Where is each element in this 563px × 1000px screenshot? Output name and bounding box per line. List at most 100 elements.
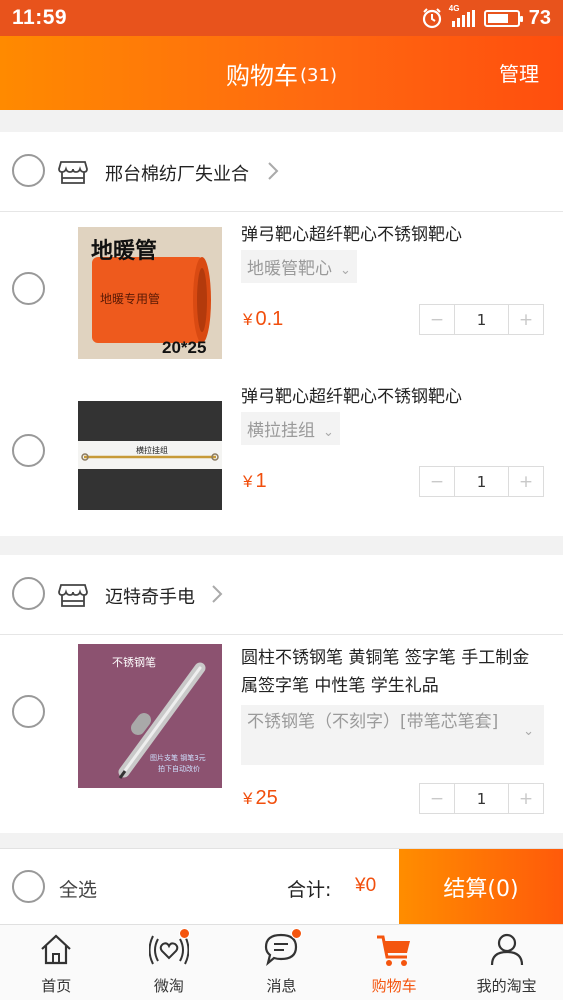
image-caption-bottom: 20*25 <box>162 338 206 357</box>
item-title[interactable]: 圆柱不锈钢笔 黄铜笔 签字笔 手工制金属签字笔 中性笔 学生礼品 <box>241 644 546 700</box>
tab-label: 微淘 <box>153 977 184 995</box>
price-symbol: ¥ <box>243 789 253 808</box>
increase-button[interactable]: + <box>509 784 543 813</box>
price-value: 25 <box>255 787 278 809</box>
price-symbol: ¥ <box>243 310 253 329</box>
notification-dot <box>291 928 303 939</box>
status-icons: 4G 73 <box>421 4 551 30</box>
item-title[interactable]: 弹弓靶心超纤靶心不锈钢靶心 <box>241 221 546 249</box>
item-select-checkbox[interactable] <box>12 695 45 728</box>
image-caption-top: 地暖管 <box>91 238 157 264</box>
product-image[interactable]: 地暖管 地暖专用管 20*25 <box>78 227 222 359</box>
item-price: ¥0.1 <box>243 308 283 331</box>
image-note-1: 图片支笔 钢笔3元 <box>150 753 206 762</box>
chevron-down-icon: ⌄ <box>523 724 534 739</box>
sku-selector[interactable]: 横拉挂组 ⌄ <box>241 412 340 445</box>
shop-name[interactable]: 迈特奇手电 <box>105 583 195 609</box>
shop-header[interactable]: 邢台棉纺厂失业合 <box>0 132 563 212</box>
pen-image: 不锈钢笔 图片支笔 钢笔3元 拍下自动改价 <box>78 644 222 788</box>
pipe-image: 地暖管 地暖专用管 20*25 <box>78 227 222 359</box>
quantity-stepper: − 1 + <box>419 783 544 814</box>
tab-my-taobao[interactable]: 我的淘宝 <box>450 925 563 1000</box>
shop-card: 迈特奇手电 不锈钢笔 图片支笔 钢笔3元 拍下自动改价 圆柱不锈钢笔 黄铜笔 签… <box>0 555 563 833</box>
checkout-bar: 全选 合计: ¥0 结算(0) <box>0 848 563 925</box>
sku-text: 不锈钢笔（不刻字）[带笔芯笔套] <box>247 712 499 732</box>
price-value: 1 <box>255 470 267 492</box>
manage-button[interactable]: 管理 <box>499 58 539 87</box>
shop-select-checkbox[interactable] <box>12 154 45 187</box>
shop-name[interactable]: 邢台棉纺厂失业合 <box>105 160 249 186</box>
chevron-down-icon: ⌄ <box>340 263 351 278</box>
total-value: ¥0 <box>355 875 377 896</box>
sku-selector[interactable]: 地暖管靶心 ⌄ <box>241 250 357 283</box>
image-caption-mid: 地暖专用管 <box>100 291 160 306</box>
quantity-stepper: − 1 + <box>419 304 544 335</box>
item-price: ¥1 <box>243 470 267 493</box>
notification-dot <box>178 928 190 939</box>
tab-weitao[interactable]: 微淘 <box>113 925 226 1000</box>
chevron-right-icon[interactable] <box>210 584 224 604</box>
item-price: ¥25 <box>243 787 278 810</box>
decrease-button[interactable]: − <box>420 305 454 334</box>
status-bar: 11:59 4G 73 <box>0 0 563 36</box>
sku-text: 地暖管靶心 <box>247 259 332 279</box>
nav-bar: 购物车 (31) 管理 <box>0 36 563 110</box>
total-label: 合计: <box>287 879 332 901</box>
cart-count: (31) <box>300 64 337 86</box>
tab-bar: 首页 微淘 消息 购物车 我的淘宝 <box>0 924 563 1000</box>
page-title-text: 购物车 <box>226 61 299 90</box>
user-icon <box>490 933 523 966</box>
item-select-checkbox[interactable] <box>12 272 45 305</box>
alarm-clock-icon <box>422 8 441 29</box>
checkout-button[interactable]: 结算(0) <box>399 849 563 925</box>
quantity-input[interactable]: 1 <box>454 467 509 496</box>
decrease-button[interactable]: − <box>420 784 454 813</box>
increase-button[interactable]: + <box>509 305 543 334</box>
image-caption: 横拉挂组 <box>136 445 168 455</box>
item-select-checkbox[interactable] <box>12 434 45 467</box>
tab-cart[interactable]: 购物车 <box>338 925 451 1000</box>
home-icon <box>41 934 72 965</box>
shop-card: 邢台棉纺厂失业合 地暖管 地暖专用管 20*25 弹弓靶心超纤靶心不锈钢靶心 地… <box>0 132 563 536</box>
tab-label: 我的淘宝 <box>476 977 537 995</box>
decrease-button[interactable]: − <box>420 467 454 496</box>
sku-selector[interactable]: 不锈钢笔（不刻字）[带笔芯笔套] ⌄ <box>241 705 544 765</box>
network-type: 4G <box>448 3 460 13</box>
battery-fill <box>487 13 509 23</box>
chevron-right-icon[interactable] <box>266 161 280 181</box>
chevron-down-icon: ⌄ <box>323 425 334 440</box>
sku-text: 横拉挂组 <box>247 421 315 441</box>
increase-button[interactable]: + <box>509 467 543 496</box>
store-icon <box>58 584 88 607</box>
product-image[interactable]: 不锈钢笔 图片支笔 钢笔3元 拍下自动改价 <box>78 644 222 788</box>
page-title: 购物车 (31) <box>0 36 563 110</box>
price-symbol: ¥ <box>243 472 253 491</box>
quantity-input[interactable]: 1 <box>454 305 509 334</box>
battery-icon <box>483 9 523 27</box>
status-time: 11:59 <box>12 6 68 29</box>
image-note-2: 拍下自动改价 <box>158 764 200 773</box>
cart-icon <box>377 935 411 966</box>
image-caption: 不锈钢笔 <box>112 655 156 669</box>
tab-messages[interactable]: 消息 <box>225 925 338 1000</box>
item-title[interactable]: 弹弓靶心超纤靶心不锈钢靶心 <box>241 383 546 411</box>
cart-item: 不锈钢笔 图片支笔 钢笔3元 拍下自动改价 圆柱不锈钢笔 黄铜笔 签字笔 手工制… <box>0 635 563 833</box>
signal-icon: 4G <box>449 4 475 27</box>
product-image[interactable]: 横拉挂组 <box>78 401 222 510</box>
select-all-label[interactable]: 全选 <box>59 875 97 902</box>
tab-label: 购物车 <box>371 977 417 995</box>
quantity-stepper: − 1 + <box>419 466 544 497</box>
store-icon <box>58 161 88 184</box>
tab-home[interactable]: 首页 <box>0 925 113 1000</box>
battery-percent: 73 <box>528 6 551 29</box>
cart-item: 地暖管 地暖专用管 20*25 弹弓靶心超纤靶心不锈钢靶心 地暖管靶心 ⌄ ¥0.… <box>0 212 563 374</box>
select-all-checkbox[interactable] <box>12 870 45 903</box>
price-value: 0.1 <box>255 308 284 330</box>
cart-item: 横拉挂组 弹弓靶心超纤靶心不锈钢靶心 横拉挂组 ⌄ ¥1 − 1 + <box>0 374 563 536</box>
quantity-input[interactable]: 1 <box>454 784 509 813</box>
tool-image: 横拉挂组 <box>78 401 222 510</box>
tab-label: 首页 <box>41 977 72 995</box>
shop-header[interactable]: 迈特奇手电 <box>0 555 563 635</box>
shop-select-checkbox[interactable] <box>12 577 45 610</box>
tab-label: 消息 <box>266 977 297 995</box>
